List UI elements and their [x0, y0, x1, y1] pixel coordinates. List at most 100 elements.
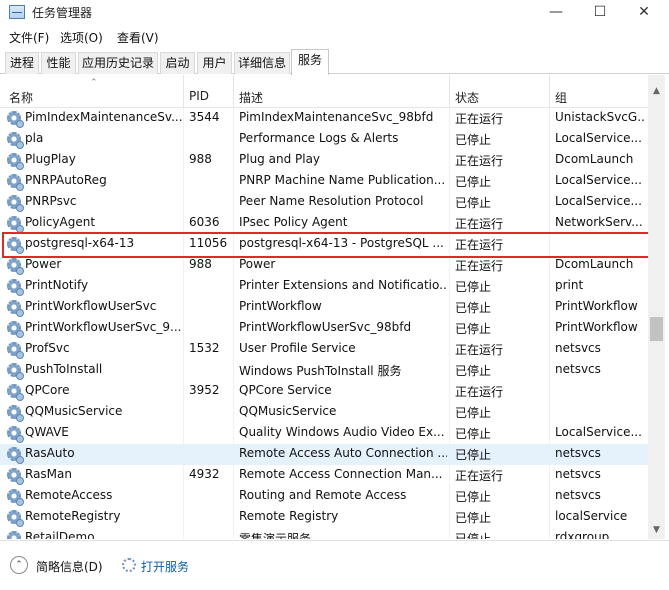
cell-name: RasAuto	[25, 446, 75, 460]
table-row[interactable]: RasMan 4932 Remote Access Connection Man..…	[0, 465, 648, 486]
cell-status: 已停止	[455, 490, 492, 504]
tab-processes[interactable]: 进程	[5, 52, 39, 74]
cell-group: DcomLaunch	[555, 257, 634, 271]
cell-group: LocalService...	[555, 173, 642, 187]
table-row[interactable]: PimIndexMaintenanceSv... 3544 PimIndexMain…	[0, 108, 648, 129]
table-row[interactable]: RasAuto Remote Access Auto Connection ...…	[0, 444, 648, 465]
service-gear-icon	[7, 279, 24, 296]
open-services-link[interactable]: 打开服务	[141, 558, 189, 575]
table-row[interactable]: PrintWorkflowUserSvc PrintWorkflow 已停止 Prin…	[0, 297, 648, 318]
table-row[interactable]: PushToInstall Windows PushToInstall 服务 已停止…	[0, 360, 648, 381]
cell-group: PrintWorkflow	[555, 320, 638, 334]
column-divider[interactable]	[549, 75, 550, 108]
menu-file[interactable]: 文件(F)	[9, 29, 49, 46]
cell-status: 已停止	[455, 364, 492, 378]
table-row[interactable]: PlugPlay 988 Plug and Play 正在运行 DcomLaunch	[0, 150, 648, 171]
table-row[interactable]: PrintWorkflowUserSvc_9... PrintWorkflowUs…	[0, 318, 648, 339]
chevron-up-icon[interactable]: ⌃	[10, 556, 28, 574]
column-divider[interactable]	[233, 75, 234, 108]
cell-group: DcomLaunch	[555, 152, 634, 166]
table-row[interactable]: PNRPsvc Peer Name Resolution Protocol 已停止 L…	[0, 192, 648, 213]
maximize-button[interactable]: ☐	[578, 0, 622, 26]
cell-status: 正在运行	[455, 259, 504, 273]
cell-desc: PrintWorkflow	[239, 299, 322, 313]
cell-group: netsvcs	[555, 341, 601, 355]
tab-details[interactable]: 详细信息	[234, 52, 290, 74]
cell-status: 正在运行	[455, 385, 504, 399]
service-gear-icon	[7, 363, 24, 380]
vertical-scrollbar[interactable]: ▲ ▼	[648, 75, 665, 539]
cell-desc: Remote Access Auto Connection ...	[239, 446, 447, 460]
col-header-desc[interactable]: 描述	[239, 89, 263, 106]
column-divider[interactable]	[449, 75, 450, 108]
cell-pid: 3952	[189, 383, 220, 397]
cell-name: RetailDemo	[25, 530, 95, 539]
table-row[interactable]: PolicyAgent 6036 IPsec Policy Agent 正在运行 Net…	[0, 213, 648, 234]
col-header-pid[interactable]: PID	[189, 89, 209, 103]
cell-group: netsvcs	[555, 446, 601, 460]
cell-pid: 988	[189, 152, 212, 166]
cell-group: LocalService...	[555, 194, 642, 208]
service-gear-icon	[7, 342, 24, 359]
cell-status: 已停止	[455, 532, 492, 539]
tab-services[interactable]: 服务	[291, 49, 329, 75]
tab-users[interactable]: 用户	[197, 52, 232, 74]
menu-view[interactable]: 查看(V)	[117, 29, 159, 46]
table-header: ⌃ 名称 PID 描述 状态 组	[0, 75, 648, 108]
cell-desc: Plug and Play	[239, 152, 321, 166]
service-gear-icon	[7, 111, 24, 128]
cell-name: PrintWorkflowUserSvc_9...	[25, 320, 182, 334]
table-row[interactable]: QPCore 3952 QPCore Service 正在运行	[0, 381, 648, 402]
service-gear-icon	[7, 489, 24, 506]
table-row[interactable]: RetailDemo 零售演示服务 已停止 rdxgroup	[0, 528, 648, 539]
scroll-down-icon[interactable]: ▼	[648, 522, 665, 539]
table-row[interactable]: QWAVE Quality Windows Audio Video Ex... 已停…	[0, 423, 648, 444]
cell-desc: PimIndexMaintenanceSvc_98bfd	[239, 110, 434, 124]
cell-group: UnistackSvcG...	[555, 110, 645, 124]
table-row[interactable]: QQMusicService QQMusicService 已停止	[0, 402, 648, 423]
cell-status: 已停止	[455, 175, 492, 189]
tab-app-history[interactable]: 应用历史记录	[78, 52, 158, 74]
table-row[interactable]: Power 988 Power 正在运行 DcomLaunch	[0, 255, 648, 276]
table-row[interactable]: RemoteAccess Routing and Remote Access 已停止…	[0, 486, 648, 507]
menu-options[interactable]: 选项(O)	[60, 29, 103, 46]
column-divider[interactable]	[183, 75, 184, 108]
table-row[interactable]: pla Performance Logs & Alerts 已停止 LocalServ…	[0, 129, 648, 150]
table-row[interactable]: RemoteRegistry Remote Registry 已停止 localSer…	[0, 507, 648, 528]
cell-desc: Peer Name Resolution Protocol	[239, 194, 424, 208]
cell-desc: PrintWorkflowUserSvc_98bfd	[239, 320, 412, 334]
tab-performance[interactable]: 性能	[41, 52, 76, 74]
task-manager-icon	[9, 5, 25, 19]
cell-name: PimIndexMaintenanceSv...	[25, 110, 183, 124]
scroll-thumb[interactable]	[650, 317, 663, 341]
cell-name: QWAVE	[25, 425, 69, 439]
service-gear-icon	[7, 447, 24, 464]
service-gear-icon	[7, 531, 21, 539]
cell-pid: 6036	[189, 215, 220, 229]
tab-startup[interactable]: 启动	[160, 52, 195, 74]
cell-desc: IPsec Policy Agent	[239, 215, 348, 229]
cell-name: PrintWorkflowUserSvc	[25, 299, 157, 313]
cell-pid: 988	[189, 257, 212, 271]
cell-status: 已停止	[455, 448, 492, 462]
minimize-button[interactable]: —	[534, 0, 578, 26]
cell-desc: Remote Registry	[239, 509, 339, 523]
service-gear-icon	[7, 258, 24, 275]
cell-desc: Routing and Remote Access	[239, 488, 407, 502]
brief-info-button[interactable]: 简略信息(D)	[36, 558, 103, 575]
table-row[interactable]: PNRPAutoReg PNRP Machine Name Publication…	[0, 171, 648, 192]
cell-desc: QQMusicService	[239, 404, 337, 418]
cell-desc: User Profile Service	[239, 341, 356, 355]
col-header-name[interactable]: 名称	[9, 89, 33, 106]
table-row[interactable]: ProfSvc 1532 User Profile Service 正在运行 netsv…	[0, 339, 648, 360]
cell-status: 正在运行	[455, 112, 504, 126]
cell-group: localService	[555, 509, 628, 523]
col-header-group[interactable]: 组	[555, 89, 567, 106]
table-row[interactable]: PrintNotify Printer Extensions and Notifi…	[0, 276, 648, 297]
cell-desc: Quality Windows Audio Video Ex...	[239, 425, 445, 439]
cell-status: 已停止	[455, 406, 492, 420]
col-header-status[interactable]: 状态	[455, 89, 479, 106]
close-button[interactable]: ✕	[622, 0, 666, 26]
scroll-up-icon[interactable]: ▲	[648, 83, 665, 100]
title-bar: 任务管理器 — ☐ ✕	[0, 0, 669, 26]
